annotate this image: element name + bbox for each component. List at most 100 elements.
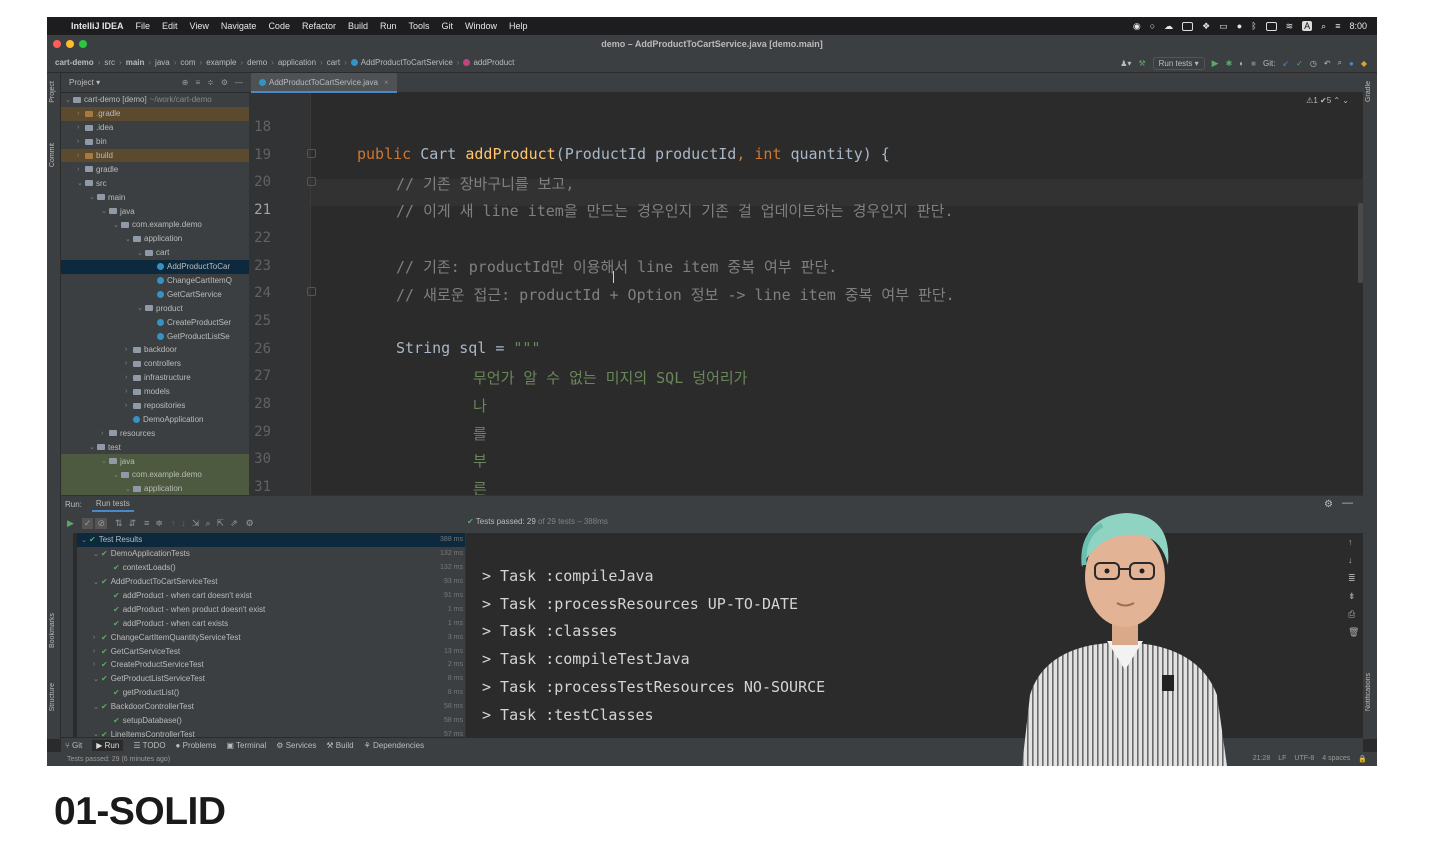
chevron-down-icon[interactable]: ⌄ (89, 193, 97, 201)
chevron-right-icon[interactable]: › (93, 661, 101, 668)
chevron-right-icon[interactable]: › (77, 110, 85, 117)
project-tree-item[interactable]: ⌄ com.example.demo (61, 468, 249, 482)
menu-view[interactable]: View (190, 21, 209, 31)
chevron-right-icon[interactable]: › (93, 634, 101, 641)
collapse-all-icon[interactable]: ≑ (207, 78, 214, 87)
line-number[interactable]: 21 (249, 202, 271, 218)
close-window-button[interactable] (53, 40, 61, 48)
tab-terminal[interactable]: ▣ Terminal (226, 741, 266, 750)
project-tree-item[interactable]: CreateProductSer (61, 315, 249, 329)
line-number[interactable]: 23 (249, 258, 271, 274)
editor-tab[interactable]: AddProductToCartService.java × (251, 73, 397, 93)
project-tree-item[interactable]: ⌄ java (61, 454, 249, 469)
breadcrumb-item[interactable]: application › (278, 58, 323, 67)
hide-panel-icon[interactable]: — (235, 78, 243, 87)
spotlight-search-icon[interactable]: ⌕ (1321, 21, 1326, 32)
chevron-down-icon[interactable]: ⌄ (93, 675, 101, 683)
export-icon[interactable]: ⇱ (217, 518, 225, 529)
project-tree-item[interactable]: AddProductToCar (61, 259, 249, 274)
line-number[interactable]: 22 (249, 230, 271, 246)
project-tree-item[interactable]: › models (61, 385, 249, 399)
collapse-all-icon[interactable]: ≑ (155, 518, 163, 529)
display-icon[interactable] (1182, 21, 1194, 31)
menu-run[interactable]: Run (380, 21, 397, 31)
fold-icon[interactable] (307, 287, 316, 296)
chevron-down-icon[interactable]: ⌄ (93, 730, 101, 737)
chevron-right-icon[interactable]: › (125, 360, 133, 367)
menu-refactor[interactable]: Refactor (302, 21, 336, 31)
git-history-icon[interactable]: ◷ (1310, 59, 1317, 68)
chat-icon[interactable]: ● (1237, 21, 1242, 31)
project-tree-item[interactable]: GetProductListSe (61, 329, 249, 343)
chevron-down-icon[interactable]: ⌄ (101, 207, 109, 215)
code-editor[interactable]: 181920212223242526272829303132 public Ca… (249, 93, 1363, 495)
project-tree-item[interactable]: › repositories (61, 399, 249, 413)
import-icon[interactable]: ⇗ (230, 518, 238, 529)
settings-gear-icon[interactable]: ⚙ (221, 78, 228, 87)
rerun-icon[interactable]: ▶ (67, 518, 74, 529)
test-settings-icon[interactable]: ⚙ (246, 518, 254, 529)
project-tree-item[interactable]: ⌄ application (61, 481, 249, 495)
project-tree-item[interactable]: ⌄ main (61, 190, 249, 204)
expand-all-icon[interactable]: ≡ (195, 78, 200, 87)
line-number[interactable]: 31 (249, 479, 271, 495)
test-result-row[interactable]: ✔ contextLoads() 132 ms (77, 561, 465, 575)
chevron-down-icon[interactable]: ⌄ (113, 471, 121, 479)
chevron-down-icon[interactable]: ⌄ (81, 536, 89, 544)
project-tree-item[interactable]: DemoApplication (61, 412, 249, 426)
test-result-row[interactable]: ⌄ ✔ LineItemsControllerTest 57 ms (77, 727, 465, 737)
inspection-widget[interactable]: ⚠1 ✔5 ⌃ ⌄ (1306, 96, 1349, 105)
menu-app-name[interactable]: IntelliJ IDEA (71, 21, 124, 31)
close-tab-icon[interactable]: × (384, 78, 389, 87)
line-number[interactable]: 20 (249, 174, 271, 190)
run-config-select[interactable]: Run tests ▾ (1152, 56, 1205, 70)
indent-setting[interactable]: 4 spaces (1322, 755, 1350, 763)
menu-edit[interactable]: Edit (162, 21, 178, 31)
menu-git[interactable]: Git (442, 21, 454, 31)
test-result-row[interactable]: › ✔ ChangeCartItemQuantityServiceTest 3 ms (77, 630, 465, 644)
account-icon[interactable]: ♟▾ (1120, 59, 1131, 68)
test-result-row[interactable]: ⌄ ✔ BackdoorControllerTest 58 ms (77, 700, 465, 714)
project-tree-item[interactable]: ⌄ test (61, 440, 249, 454)
breadcrumb-item[interactable]: cart-demo › (55, 58, 100, 67)
menu-build[interactable]: Build (348, 21, 368, 31)
tab-dependencies[interactable]: ⚘ Dependencies (364, 741, 425, 750)
show-ignored-icon[interactable]: ⊘ (95, 517, 108, 529)
project-tool-tab[interactable]: Project (49, 81, 56, 103)
wifi-icon[interactable]: ≋ (1286, 21, 1294, 32)
sort-alpha-icon[interactable]: ⇅ (115, 518, 123, 529)
plugin-icon[interactable]: ◆ (1361, 59, 1367, 68)
chevron-right-icon[interactable]: › (77, 124, 85, 131)
line-number[interactable]: 25 (249, 313, 271, 329)
git-update-icon[interactable]: ↙ (1282, 59, 1289, 68)
chevron-down-icon[interactable]: ⌄ (77, 179, 85, 187)
chevron-down-icon[interactable]: ⌄ (65, 96, 73, 104)
test-result-row[interactable]: ✔ setupDatabase() 58 ms (77, 714, 465, 728)
gradle-tool-tab[interactable]: Gradle (1365, 81, 1372, 102)
chevron-right-icon[interactable]: › (77, 166, 85, 173)
chevron-down-icon[interactable]: ⌄ (101, 457, 109, 465)
coverage-icon[interactable]: ◐ (1239, 59, 1244, 68)
battery-icon[interactable] (1265, 21, 1277, 31)
breadcrumb-item[interactable]: AddProductToCartService › (350, 58, 459, 67)
breadcrumb-item[interactable]: addProduct (463, 58, 514, 67)
chevron-right-icon[interactable]: › (125, 346, 133, 353)
menu-navigate[interactable]: Navigate (221, 21, 257, 31)
show-passed-icon[interactable]: ✓ (81, 517, 94, 529)
test-result-row[interactable]: ✔ getProductList() 8 ms (77, 686, 465, 700)
tab-problems[interactable]: ● Problems (176, 741, 217, 750)
commit-tool-tab[interactable]: Commit (49, 143, 56, 167)
expand-all-icon[interactable]: ≡ (144, 518, 149, 528)
chevron-down-icon[interactable]: ⌄ (137, 304, 145, 312)
tab-build[interactable]: ⚒ Build (326, 741, 353, 750)
project-tree-item[interactable]: › build (61, 148, 249, 163)
chevron-down-icon[interactable]: ⌄ (93, 703, 101, 711)
project-tree-item[interactable]: ⌄ com.example.demo (61, 218, 249, 232)
circle-icon[interactable]: ○ (1150, 21, 1155, 31)
chevron-right-icon[interactable]: › (101, 430, 109, 437)
file-encoding[interactable]: UTF-8 (1294, 755, 1314, 763)
input-language[interactable]: A (1302, 21, 1313, 31)
line-number[interactable]: 28 (249, 396, 271, 412)
chevron-down-icon[interactable]: ⌄ (89, 443, 97, 451)
bookmarks-tool-tab[interactable]: Bookmarks (49, 613, 56, 648)
